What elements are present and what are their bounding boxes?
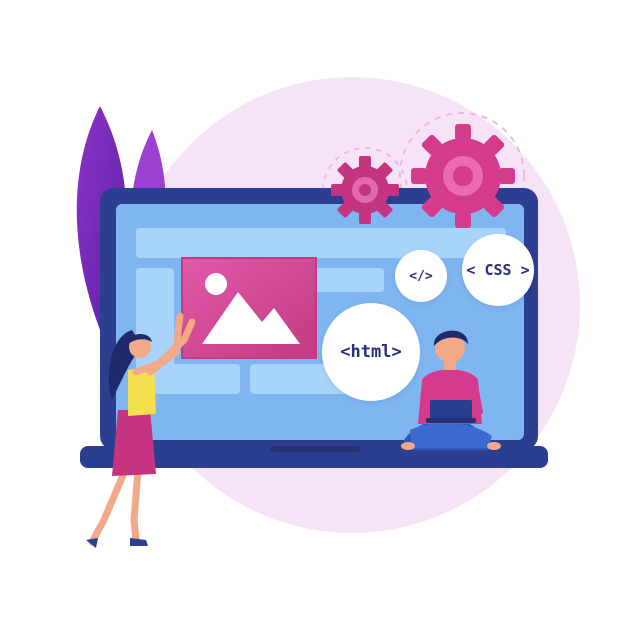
css-tag-label: < CSS > — [466, 261, 530, 279]
code-tag-bubble: </> — [395, 250, 447, 302]
screen-panel-top — [136, 228, 506, 258]
laptop-icon — [426, 400, 476, 423]
css-tag-bubble: < CSS > — [462, 234, 534, 306]
laptop-base-notch — [270, 446, 360, 452]
code-tag-label: </> — [409, 268, 433, 284]
illustration: <html> </> < CSS > — [0, 0, 626, 626]
html-tag-bubble: <html> — [322, 303, 420, 401]
illustration-canvas — [76, 77, 580, 548]
html-tag-label: <html> — [340, 342, 402, 362]
image-placeholder-icon — [181, 257, 317, 359]
